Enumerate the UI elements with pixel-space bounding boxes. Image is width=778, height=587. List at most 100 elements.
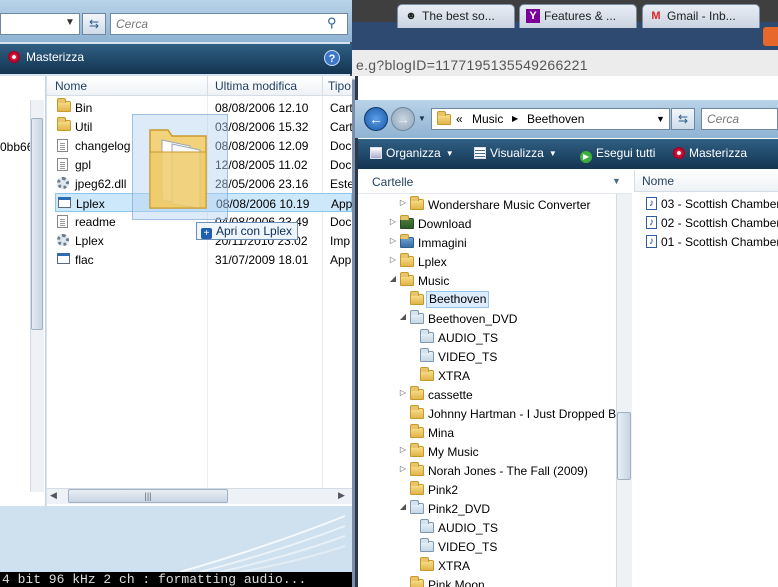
tree-scrollbar-thumb[interactable] bbox=[617, 412, 631, 480]
view-button[interactable]: Visualizza ▼ bbox=[474, 146, 557, 160]
expand-icon[interactable]: ▷ bbox=[398, 464, 408, 473]
dvd-folder-icon bbox=[420, 348, 434, 362]
scroll-left-arrow[interactable]: ◀ bbox=[50, 490, 57, 501]
tree-node[interactable]: AUDIO_TS bbox=[408, 328, 616, 347]
column-name: Nome bbox=[642, 174, 675, 188]
folder-icon bbox=[410, 481, 424, 495]
right-address-field[interactable]: « Music ▶ Beethoven ▼ bbox=[431, 108, 670, 130]
tree-scrollbar[interactable] bbox=[616, 194, 632, 587]
left-search-input[interactable]: Cerca bbox=[110, 13, 348, 35]
tree-node[interactable]: ▷ Norah Jones - The Fall (2009) bbox=[398, 461, 616, 480]
refresh-button[interactable]: ⇆ bbox=[671, 108, 695, 130]
file-row[interactable]: flac 31/07/2009 18.01 App bbox=[55, 250, 352, 269]
play-all-button[interactable]: ▶ Esegui tutti bbox=[580, 146, 655, 163]
column-type[interactable]: Tipo bbox=[328, 79, 351, 93]
file-name: changelog bbox=[75, 139, 131, 153]
back-button[interactable]: ← bbox=[364, 107, 388, 131]
chevron-down-icon[interactable]: ▼ bbox=[656, 114, 665, 124]
tree-node[interactable]: ▷ My Music bbox=[398, 442, 616, 461]
tree-node-label: Immagini bbox=[418, 236, 467, 250]
column-divider[interactable] bbox=[207, 76, 208, 96]
breadcrumb-beethoven[interactable]: Beethoven bbox=[527, 112, 584, 126]
chevron-down-icon[interactable]: ▼ bbox=[612, 176, 621, 186]
collapse-icon[interactable]: ◢ bbox=[388, 274, 398, 283]
breadcrumb-separator-icon[interactable]: ▶ bbox=[512, 114, 518, 123]
file-name: readme bbox=[75, 215, 116, 229]
tree-node[interactable]: Mina bbox=[398, 423, 616, 442]
music-file-icon: ♪ bbox=[646, 235, 657, 248]
scroll-right-arrow[interactable]: ▶ bbox=[338, 490, 345, 501]
tree-node[interactable]: ▷ Lplex bbox=[388, 252, 616, 271]
column-divider[interactable] bbox=[322, 76, 323, 96]
tree-node[interactable]: ▷ Immagini bbox=[388, 233, 616, 252]
burn-button[interactable]: Masterizza bbox=[8, 50, 84, 64]
refresh-button[interactable]: ⇆ bbox=[82, 13, 106, 35]
column-name[interactable]: Nome bbox=[55, 79, 87, 93]
file-type: App bbox=[330, 253, 352, 267]
tree-node[interactable]: Johnny Hartman - I Just Dropped B bbox=[398, 404, 616, 423]
column-date[interactable]: Ultima modifica bbox=[215, 79, 297, 93]
folder-icon bbox=[400, 272, 414, 286]
pictures-folder-icon bbox=[400, 234, 414, 248]
tree-node[interactable]: AUDIO_TS bbox=[408, 518, 616, 537]
tree-node[interactable]: ▷ Wondershare Music Converter bbox=[398, 195, 616, 214]
expand-icon[interactable]: ▷ bbox=[398, 388, 408, 397]
browser-tab-2[interactable]: Y Features & ... bbox=[519, 4, 637, 28]
organize-button[interactable]: Organizza ▼ bbox=[370, 146, 454, 160]
drop-tooltip: + Apri con Lplex bbox=[196, 222, 299, 240]
disc-icon bbox=[673, 147, 685, 159]
browser-tab-1[interactable]: ☻ The best so... bbox=[397, 4, 515, 28]
tree-node[interactable]: VIDEO_TS bbox=[408, 537, 616, 556]
tree-node-label: Johnny Hartman - I Just Dropped B bbox=[428, 407, 616, 421]
dragged-folder-icon bbox=[149, 129, 207, 209]
nav-scrollbar-thumb[interactable] bbox=[31, 118, 43, 330]
blogger-tab-icon[interactable] bbox=[763, 27, 778, 46]
expand-icon[interactable]: ▷ bbox=[398, 445, 408, 454]
play-all-label: Esegui tutti bbox=[596, 146, 656, 160]
right-column-header[interactable]: Nome bbox=[634, 170, 778, 192]
tree-node-selected[interactable]: Beethoven bbox=[398, 290, 616, 309]
tree-node[interactable]: ▷ Download bbox=[388, 214, 616, 233]
tree-node[interactable]: Pink2 bbox=[398, 480, 616, 499]
expand-icon[interactable]: ▷ bbox=[388, 236, 398, 245]
expand-icon[interactable]: ▷ bbox=[398, 198, 408, 207]
tree-node-label: Beethoven_DVD bbox=[428, 312, 518, 326]
burn-button[interactable]: Masterizza bbox=[673, 146, 747, 160]
collapse-icon[interactable]: ◢ bbox=[398, 502, 408, 511]
tree-node-label: AUDIO_TS bbox=[438, 521, 499, 535]
file-date: 08/08/2006 12.09 bbox=[215, 139, 309, 153]
tree-node[interactable]: VIDEO_TS bbox=[408, 347, 616, 366]
file-type: Doc bbox=[330, 158, 352, 172]
tree-node[interactable]: XTRA bbox=[408, 366, 616, 385]
expand-icon[interactable]: ▷ bbox=[388, 217, 398, 226]
tree-node-label: Pink2 bbox=[428, 483, 459, 497]
help-button[interactable]: ? bbox=[324, 50, 340, 66]
forward-button[interactable]: → bbox=[391, 107, 415, 131]
tree-node[interactable]: ▷ cassette bbox=[398, 385, 616, 404]
breadcrumb-music[interactable]: Music bbox=[472, 112, 503, 126]
drop-tooltip-label: Apri con Lplex bbox=[216, 224, 293, 238]
collapse-icon[interactable]: ◢ bbox=[398, 312, 408, 321]
folder-icon bbox=[410, 196, 424, 210]
folders-header[interactable]: Cartelle bbox=[358, 170, 632, 194]
folder-icon bbox=[410, 576, 424, 587]
tree-node[interactable]: Pink Moon bbox=[398, 575, 616, 587]
browser-tab-3[interactable]: M Gmail - Inb... bbox=[642, 4, 760, 28]
history-dropdown-icon[interactable]: ▼ bbox=[418, 114, 426, 123]
organize-label: Organizza bbox=[386, 146, 441, 160]
expand-icon[interactable]: ▷ bbox=[388, 255, 398, 264]
breadcrumb-overflow[interactable]: « bbox=[456, 112, 463, 126]
tree-node[interactable]: ◢ Music bbox=[388, 271, 616, 290]
right-search-input[interactable]: Cerca bbox=[701, 108, 778, 130]
tree-node[interactable]: ◢ Pink2_DVD bbox=[398, 499, 616, 518]
tree-node-label: XTRA bbox=[438, 369, 471, 383]
tree-node[interactable]: ◢ Beethoven_DVD bbox=[398, 309, 616, 328]
chevron-down-icon[interactable]: ▼ bbox=[62, 13, 78, 35]
tree-node[interactable]: XTRA bbox=[408, 556, 616, 575]
horizontal-scrollbar-thumb[interactable]: ||| bbox=[68, 489, 228, 503]
search-icon[interactable]: ⚲ bbox=[327, 15, 337, 31]
tree-node-label: VIDEO_TS bbox=[438, 540, 498, 554]
chevron-down-icon: ▼ bbox=[548, 149, 557, 158]
tree-node-label: AUDIO_TS bbox=[438, 331, 499, 345]
application-icon bbox=[58, 197, 71, 208]
